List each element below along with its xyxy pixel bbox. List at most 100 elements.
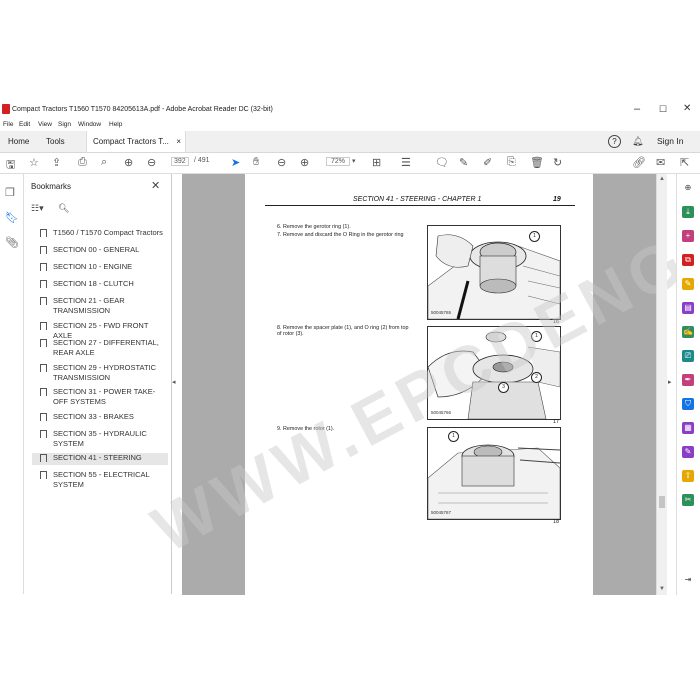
scroll-mode-icon[interactable]: ☰: [401, 156, 411, 169]
gerotor-ring-illustration: [428, 234, 560, 319]
bookmark-item[interactable]: SECTION 10 - ENGINE: [32, 262, 168, 274]
page-number-input[interactable]: 392: [171, 157, 189, 166]
bookmark-item[interactable]: SECTION 27 - DIFFERENTIAL, REAR AXLE: [32, 338, 168, 360]
tab-document-label: Compact Tractors T...: [93, 137, 169, 146]
window-title: Compact Tractors T1560 T1570 84205613A.p…: [12, 106, 273, 113]
delete-icon[interactable]: 🗑︎: [530, 156, 544, 169]
menu-edit[interactable]: Edit: [19, 121, 30, 128]
page-thumbnails-icon[interactable]: ❐: [5, 186, 15, 199]
comment-tool-icon[interactable]: ✎: [682, 278, 694, 290]
close-tab-icon[interactable]: ×: [176, 131, 181, 152]
chevron-down-icon[interactable]: ▾: [352, 157, 356, 165]
tab-home[interactable]: Home: [2, 131, 35, 152]
minimize-button[interactable]: –: [634, 103, 640, 115]
bookmark-icon: [40, 339, 47, 347]
bookmark-icon: [40, 322, 47, 330]
share-icon[interactable]: ⇱: [680, 156, 689, 169]
bookmark-item[interactable]: SECTION 33 - BRAKES: [32, 412, 168, 424]
export-pdf-icon[interactable]: ⤓: [682, 206, 694, 218]
rotate-icon[interactable]: ↻: [553, 156, 562, 169]
send-signature-icon[interactable]: ✎: [682, 446, 694, 458]
bookmark-item[interactable]: SECTION 21 - GEAR TRANSMISSION: [32, 296, 168, 318]
pen-icon[interactable]: ✎: [459, 156, 468, 169]
link-icon[interactable]: 🔗︎: [632, 156, 646, 169]
bookmark-item-selected[interactable]: SECTION 41 - STEERING: [32, 453, 168, 465]
fit-page-icon[interactable]: ⊞: [372, 156, 381, 169]
menu-file[interactable]: File: [3, 121, 13, 128]
bookmark-search-icon[interactable]: 🔍︎: [58, 203, 69, 214]
zoom-out-icon[interactable]: ⊖: [277, 156, 286, 169]
right-tools-rail: ⊕ ⤓ + ⧉ ✎ ▤ ✍ ⎚ ✒ ⛉ ▦ ✎ ⇧ ✂ ⇥: [676, 174, 700, 595]
tab-document[interactable]: Compact Tractors T... ×: [86, 131, 186, 152]
bookmark-item[interactable]: SECTION 29 - HYDROSTATIC TRANSMISSION: [32, 363, 168, 385]
print-icon[interactable]: ⎙: [78, 156, 87, 169]
figure-id: 50045766: [431, 410, 452, 415]
edit-pdf-icon[interactable]: ✍: [682, 326, 694, 338]
menu-window[interactable]: Window: [78, 121, 101, 128]
more-tools-icon[interactable]: ⇧: [682, 470, 694, 482]
menu-help[interactable]: Help: [109, 121, 122, 128]
comment-icon[interactable]: 🗨︎: [435, 156, 449, 169]
callout-1: 1: [529, 231, 540, 242]
toolbar: 🖫︎ ☆ ⇪ ⎙ ⌕ ⊕ ⊖ 392 / 491 ➤ ✋︎ ⊖ ⊕ 72% ▾ …: [0, 153, 700, 174]
bookmark-item[interactable]: SECTION 00 - GENERAL: [32, 245, 168, 257]
select-cursor-icon[interactable]: ➤: [231, 156, 240, 169]
stamp-icon[interactable]: ⎘: [507, 156, 516, 169]
bookmark-options-icon[interactable]: ☷▾: [31, 203, 44, 214]
email-icon[interactable]: ✉: [656, 156, 665, 169]
bookmark-item[interactable]: SECTION 18 - CLUTCH: [32, 279, 168, 291]
zoom-search-icon[interactable]: ⊕: [682, 182, 694, 194]
collapse-left-panel-icon[interactable]: ◂: [172, 378, 176, 386]
bookmarks-panel: Bookmarks ✕ ☷▾ 🔍︎ T1560 / T1570 Compact …: [24, 174, 172, 594]
bookmark-icon: [40, 471, 47, 479]
header-rule: [265, 205, 575, 206]
bookmark-icon: [40, 364, 47, 372]
expand-panel-icon[interactable]: ⇥: [682, 574, 694, 586]
collapse-right-panel-icon[interactable]: ▸: [668, 378, 672, 386]
organize-pages-icon[interactable]: ▤: [682, 302, 694, 314]
maximize-button[interactable]: ☐: [659, 104, 667, 115]
close-window-button[interactable]: ✕: [683, 103, 691, 114]
figure-18-image: 1 50045767: [427, 427, 561, 520]
tab-tools[interactable]: Tools: [40, 131, 71, 152]
scroll-down-icon[interactable]: ▼: [659, 586, 665, 592]
combine-files-icon[interactable]: ⧉: [682, 254, 694, 266]
bookmark-star-icon[interactable]: ☆: [29, 156, 39, 169]
share-tool-icon[interactable]: ✂: [682, 494, 694, 506]
sign-in-button[interactable]: Sign In: [657, 136, 683, 146]
bookmark-item[interactable]: SECTION 31 - POWER TAKE-OFF SYSTEMS: [32, 387, 168, 409]
scrollbar-thumb[interactable]: [659, 496, 665, 508]
save-icon[interactable]: 🖫︎: [6, 156, 15, 175]
vertical-scrollbar[interactable]: ▲ ▼: [656, 174, 667, 595]
page-number: 19: [553, 196, 561, 203]
bookmark-item[interactable]: SECTION 25 - FWD FRONT AXLE: [32, 321, 168, 340]
hand-tool-icon[interactable]: ✋︎: [253, 156, 259, 169]
page-up-icon[interactable]: ⊕: [124, 156, 133, 169]
help-icon[interactable]: ?: [608, 135, 621, 148]
acrobat-app-icon: [2, 104, 10, 114]
scroll-up-icon[interactable]: ▲: [659, 176, 665, 182]
zoom-level-select[interactable]: 72%: [326, 157, 351, 166]
tab-bar: Home Tools Compact Tractors T... × ? 🔔︎ …: [0, 131, 700, 153]
protect-icon[interactable]: ⛉: [682, 398, 694, 410]
highlight-icon[interactable]: ✐: [483, 156, 492, 169]
bookmark-item[interactable]: SECTION 35 - HYDRAULIC SYSTEM: [32, 429, 168, 451]
attachments-icon[interactable]: 📎︎: [5, 236, 19, 249]
scan-ocr-icon[interactable]: ⎚: [682, 350, 694, 362]
figure-17-image: 1 2 3 50045766: [427, 326, 561, 420]
close-panel-icon[interactable]: ✕: [151, 179, 160, 192]
prepare-form-icon[interactable]: ▦: [682, 422, 694, 434]
fill-sign-icon[interactable]: ✒: [682, 374, 694, 386]
menu-view[interactable]: View: [38, 121, 52, 128]
upload-icon[interactable]: ⇪: [52, 156, 61, 169]
page-down-icon[interactable]: ⊖: [147, 156, 156, 169]
bookmark-item[interactable]: SECTION 55 - ELECTRICAL SYSTEM: [32, 470, 168, 492]
bookmark-item[interactable]: T1560 / T1570 Compact Tractors: [32, 228, 168, 240]
left-navigation-rail: ❐ 🔖︎ 📎︎: [0, 174, 24, 594]
create-pdf-icon[interactable]: +: [682, 230, 694, 242]
zoom-in-icon[interactable]: ⊕: [300, 156, 309, 169]
bookmarks-icon[interactable]: 🔖︎: [5, 211, 19, 224]
menu-sign[interactable]: Sign: [58, 121, 71, 128]
bell-icon[interactable]: 🔔︎: [632, 136, 643, 147]
search-icon[interactable]: ⌕: [101, 156, 107, 169]
